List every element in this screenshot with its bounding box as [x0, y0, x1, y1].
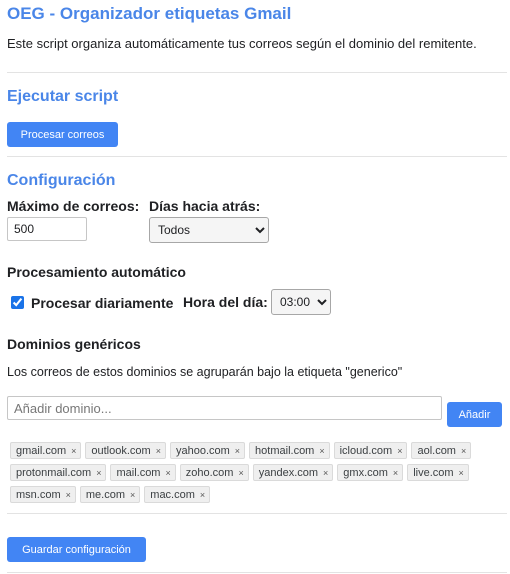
generic-domains-heading: Dominios genéricos	[7, 336, 141, 352]
domain-chip-label: yandex.com	[258, 466, 319, 479]
domain-chip-label: live.com	[413, 466, 454, 479]
remove-domain-icon[interactable]: ×	[66, 490, 71, 500]
divider	[7, 572, 507, 573]
domain-chip-label: outlook.com	[91, 444, 151, 457]
remove-domain-icon[interactable]: ×	[397, 446, 402, 456]
daily-processing-checkbox[interactable]	[11, 296, 24, 309]
domain-chip-label: yahoo.com	[175, 444, 230, 457]
app-title: OEG - Organizador etiquetas Gmail	[7, 4, 292, 23]
domain-chip: mail.com ×	[110, 464, 176, 481]
domain-chip-label: me.com	[85, 488, 126, 501]
divider	[7, 156, 507, 157]
remove-domain-icon[interactable]: ×	[319, 446, 324, 456]
domain-chip: yandex.com ×	[252, 464, 334, 481]
auto-processing-heading: Procesamiento automático	[7, 264, 186, 280]
domain-chip: aol.com ×	[411, 442, 472, 459]
save-config-button[interactable]: Guardar configuración	[7, 537, 146, 562]
domain-chip: hotmail.com ×	[249, 442, 330, 459]
process-emails-button[interactable]: Procesar correos	[7, 122, 118, 147]
domain-chip-label: gmx.com	[343, 466, 388, 479]
remove-domain-icon[interactable]: ×	[200, 490, 205, 500]
domain-chip-label: aol.com	[417, 444, 456, 457]
domain-chip: gmx.com ×	[337, 464, 404, 481]
domain-chip-label: msn.com	[16, 488, 61, 501]
domain-chip-label: gmail.com	[16, 444, 67, 457]
daily-processing-label[interactable]: Procesar diariamente	[31, 295, 173, 311]
domain-chip: protonmail.com ×	[10, 464, 107, 481]
remove-domain-icon[interactable]: ×	[96, 468, 101, 478]
time-of-day-select[interactable]: 03:00	[271, 289, 331, 315]
domain-chip-label: zoho.com	[185, 466, 234, 479]
remove-domain-icon[interactable]: ×	[459, 468, 464, 478]
add-domain-button[interactable]: Añadir	[447, 402, 502, 427]
max-emails-input[interactable]	[7, 217, 87, 241]
remove-domain-icon[interactable]: ×	[165, 468, 170, 478]
generic-domains-description: Los correos de estos dominios se agrupar…	[7, 365, 403, 379]
domain-chip: outlook.com ×	[85, 442, 166, 459]
remove-domain-icon[interactable]: ×	[323, 468, 328, 478]
domain-chip: msn.com ×	[10, 486, 76, 503]
time-of-day-label: Hora del día:	[183, 294, 268, 310]
config-section-heading: Configuración	[7, 172, 116, 189]
remove-domain-icon[interactable]: ×	[461, 446, 466, 456]
remove-domain-icon[interactable]: ×	[238, 468, 243, 478]
domain-chip: mac.com ×	[144, 486, 211, 503]
domain-chip-label: mail.com	[116, 466, 161, 479]
domain-chip-label: mac.com	[150, 488, 195, 501]
remove-domain-icon[interactable]: ×	[156, 446, 161, 456]
add-domain-input[interactable]	[7, 396, 442, 420]
remove-domain-icon[interactable]: ×	[130, 490, 135, 500]
max-emails-label: Máximo de correos:	[7, 198, 140, 214]
domain-chip-label: hotmail.com	[255, 444, 315, 457]
divider	[7, 513, 507, 514]
domain-chip: zoho.com ×	[179, 464, 249, 481]
domain-chip: icloud.com ×	[333, 442, 408, 459]
domain-chip: me.com ×	[79, 486, 141, 503]
domain-chip-label: icloud.com	[339, 444, 393, 457]
domain-chip: live.com ×	[407, 464, 469, 481]
days-back-select[interactable]: Todos	[149, 217, 269, 243]
app-description: Este script organiza automáticamente tus…	[7, 36, 477, 51]
run-section-heading: Ejecutar script	[7, 88, 119, 105]
domain-chip-list: gmail.com × outlook.com × yahoo.com × hotmail.…	[10, 442, 502, 508]
remove-domain-icon[interactable]: ×	[235, 446, 240, 456]
days-back-label: Días hacia atrás:	[149, 198, 261, 214]
divider	[7, 72, 507, 73]
domain-chip-label: protonmail.com	[16, 466, 92, 479]
domain-chip: gmail.com ×	[10, 442, 82, 459]
remove-domain-icon[interactable]: ×	[71, 446, 76, 456]
domain-chip: yahoo.com ×	[169, 442, 246, 459]
remove-domain-icon[interactable]: ×	[393, 468, 398, 478]
